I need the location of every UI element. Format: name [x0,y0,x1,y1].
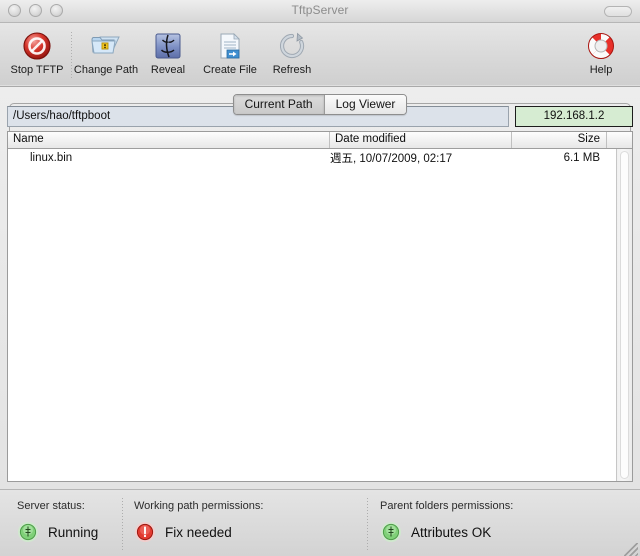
window-resize-grip[interactable] [624,543,638,556]
status-divider-2 [367,498,368,550]
server-status-section: Server status: Running [17,500,98,543]
finder-face-icon [152,30,184,62]
tftpserver-window: TftpServer Stop TFTP Change Path Reveal … [0,0,640,556]
working-path-value: Fix needed [165,524,232,540]
column-header-date[interactable]: Date modified [330,132,512,148]
cell-file-name: linux.bin [30,151,73,164]
server-status-title: Server status: [17,500,85,512]
working-path-permissions-section: Working path permissions: Fix needed [134,500,263,543]
new-document-icon [214,30,246,62]
stop-tftp-button[interactable]: Stop TFTP [6,26,68,76]
tab-log-viewer[interactable]: Log Viewer [323,95,407,114]
parent-folders-title: Parent folders permissions: [380,500,514,512]
toolbar-right-group: Help [570,26,632,76]
help-button[interactable]: Help [570,26,632,76]
toolbar-separator [71,32,72,78]
change-path-button[interactable]: Change Path [73,26,139,76]
column-header-filler [607,132,632,148]
parent-folders-value: Attributes OK [411,524,492,540]
file-list-header: Name Date modified Size [8,132,632,149]
file-list-rows: linux.bin 週五, 10/07/2009, 02:17 6.1 MB [8,149,616,481]
change-path-label: Change Path [73,64,139,76]
reveal-button[interactable]: Reveal [137,26,199,76]
reveal-label: Reveal [150,64,186,76]
tab-group: Current Path Log Viewer [232,94,408,115]
green-led-icon [17,521,39,543]
column-header-size[interactable]: Size [512,132,607,148]
column-header-name[interactable]: Name [8,132,330,148]
main-toolbar: Stop TFTP Change Path Reveal Create File… [0,23,640,87]
status-divider-1 [122,498,123,550]
parent-folders-permissions-section: Parent folders permissions: Attributes O… [380,500,513,543]
toolbar-toggle-button[interactable] [604,6,632,17]
content-area: Current Path Log Viewer /Users/hao/tftpb… [0,87,640,489]
toolbar-left-group: Stop TFTP Change Path Reveal Create File… [6,26,323,78]
tab-current-path[interactable]: Current Path [233,95,324,114]
cell-date-modified: 週五, 10/07/2009, 02:17 [330,152,453,165]
red-alert-led-icon [134,521,156,543]
working-path-title: Working path permissions: [134,500,264,512]
table-row[interactable]: linux.bin 週五, 10/07/2009, 02:17 6.1 MB [8,149,616,166]
stop-tftp-label: Stop TFTP [10,64,64,76]
tab-bar: Current Path Log Viewer [0,94,640,115]
folder-badge-icon [90,30,122,62]
status-bar: Server status: Running Working path perm… [0,489,640,556]
file-list-body: linux.bin 週五, 10/07/2009, 02:17 6.1 MB [8,149,632,481]
scrollbar-track[interactable] [620,151,629,479]
refresh-button[interactable]: Refresh [261,26,323,76]
green-led-icon [380,521,402,543]
help-label: Help [589,64,613,76]
vertical-scrollbar[interactable] [616,149,632,481]
stop-sign-icon [21,30,53,62]
window-title: TftpServer [291,3,349,17]
life-ring-icon [585,30,617,62]
create-file-label: Create File [203,64,257,76]
cell-file-size: 6.1 MB [563,151,600,164]
refresh-label: Refresh [272,64,312,76]
create-file-button[interactable]: Create File [199,26,261,76]
file-list: Name Date modified Size linux.bin 週五, 10… [7,131,633,482]
refresh-arrow-icon [276,30,308,62]
window-titlebar: TftpServer [0,0,640,23]
server-status-value: Running [48,524,99,540]
